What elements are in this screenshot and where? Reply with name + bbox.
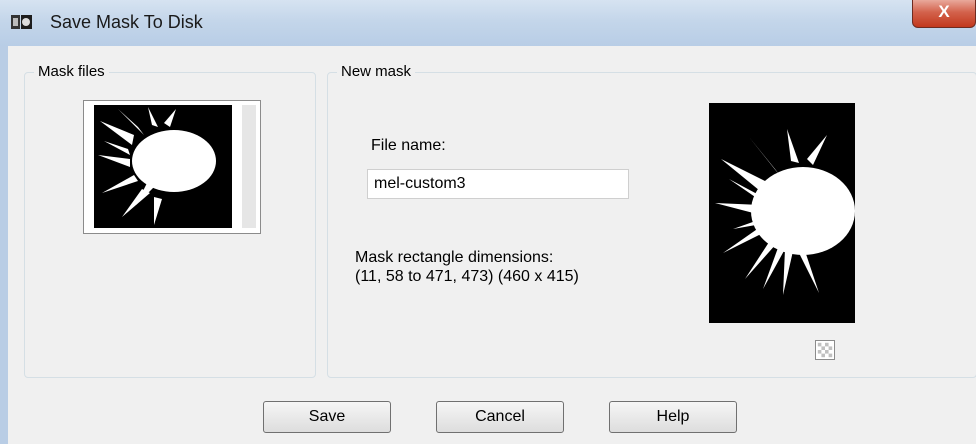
mask-files-label: Mask files xyxy=(34,63,109,80)
mask-preview xyxy=(709,103,855,323)
file-name-input[interactable]: mel-custom3 xyxy=(367,169,629,199)
checkerboard-icon[interactable] xyxy=(815,340,835,360)
help-button[interactable]: Help xyxy=(609,401,737,433)
thumbnail-scrollbar[interactable] xyxy=(242,105,256,228)
dimensions-value: (11, 58 to 471, 473) (460 x 415) xyxy=(355,268,579,285)
mask-file-list[interactable] xyxy=(83,100,261,234)
mask-thumbnail[interactable] xyxy=(94,105,232,228)
title-bar[interactable]: Save Mask To Disk X xyxy=(0,0,976,46)
file-name-label: File name: xyxy=(371,137,446,154)
new-mask-group xyxy=(327,72,976,378)
mask-app-icon xyxy=(11,15,32,29)
cancel-button[interactable]: Cancel xyxy=(436,401,564,433)
save-mask-dialog: Save Mask To Disk X Mask files New mask … xyxy=(0,0,976,444)
window-title: Save Mask To Disk xyxy=(50,12,203,32)
close-button[interactable]: X xyxy=(912,0,976,28)
new-mask-label: New mask xyxy=(337,63,416,80)
dimensions-label: Mask rectangle dimensions: xyxy=(355,249,554,266)
window-frame-edge xyxy=(0,46,8,444)
save-button[interactable]: Save xyxy=(263,401,391,433)
